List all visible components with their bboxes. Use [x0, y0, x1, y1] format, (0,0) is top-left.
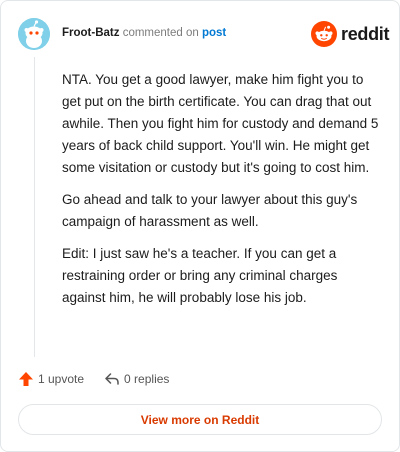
reddit-wordmark: reddit — [341, 23, 390, 44]
view-more-on-reddit-button[interactable]: View more on Reddit — [18, 404, 382, 435]
commented-on-text: commented on — [122, 27, 199, 39]
thread-line — [34, 57, 35, 357]
comment-paragraph: NTA. You get a good lawyer, make him fig… — [62, 72, 379, 175]
replies-count: 0 replies — [124, 372, 170, 386]
upvote-button[interactable]: 1 upvote — [18, 371, 84, 387]
post-link[interactable]: post — [202, 27, 226, 39]
upvote-arrow-icon — [19, 372, 33, 386]
reddit-snoo-icon — [311, 21, 337, 47]
comment-actions: 1 upvote 0 replies — [18, 371, 169, 387]
username-link[interactable]: Froot-Batz — [62, 27, 120, 39]
comment-paragraph: Go ahead and talk to your lawyer about t… — [62, 192, 358, 229]
embedded-comment-card: Froot-Batz commented on post reddit NTA.… — [0, 0, 400, 452]
reddit-brand[interactable]: reddit — [311, 21, 390, 47]
snoo-avatar-icon[interactable] — [18, 18, 50, 50]
reply-arrow-icon — [105, 373, 119, 385]
comment-paragraph: Edit: I just saw he's a teacher. If you … — [62, 246, 338, 305]
comment-body: NTA. You get a good lawyer, make him fig… — [62, 69, 382, 319]
comment-header: Froot-Batz commented on post — [62, 26, 226, 40]
replies-button[interactable]: 0 replies — [104, 371, 169, 387]
upvote-count: 1 upvote — [38, 372, 85, 386]
